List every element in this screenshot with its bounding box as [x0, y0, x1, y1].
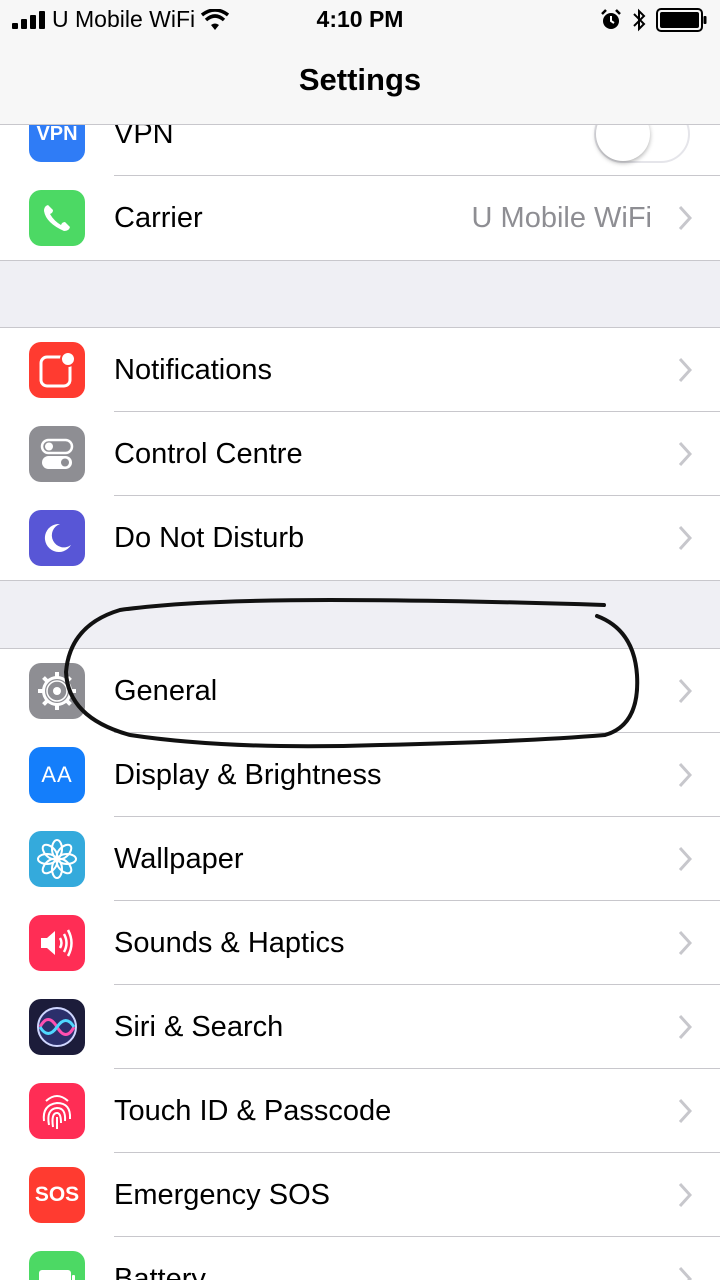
settings-row-do-not-disturb[interactable]: Do Not Disturb	[0, 496, 720, 580]
settings-row-general[interactable]: General	[0, 649, 720, 733]
page-title: Settings	[298, 62, 422, 97]
chevron-right-icon	[678, 1098, 692, 1124]
settings-row-vpn[interactable]: VPN VPN	[0, 125, 720, 176]
row-label: Carrier	[114, 202, 203, 234]
settings-row-carrier[interactable]: Carrier U Mobile WiFi	[0, 176, 720, 260]
toggle-knob	[596, 125, 650, 161]
row-label: Display & Brightness	[114, 759, 382, 791]
chevron-right-icon	[678, 1266, 692, 1280]
chevron-right-icon	[678, 1014, 692, 1040]
flower-icon	[29, 831, 85, 887]
row-label: Sounds & Haptics	[114, 927, 345, 959]
carrier-value: U Mobile WiFi	[471, 202, 652, 234]
phone-icon	[29, 190, 85, 246]
settings-list[interactable]: VPN VPN Carrier U Mobile WiFi Notificati…	[0, 125, 720, 1280]
siri-icon	[29, 999, 85, 1055]
settings-row-touch-id[interactable]: Touch ID & Passcode	[0, 1069, 720, 1153]
row-label: Battery	[114, 1263, 206, 1280]
settings-group-device: General AA Display & Brightness Wallpape…	[0, 648, 720, 1280]
moon-icon	[29, 510, 85, 566]
bluetooth-icon	[633, 8, 646, 32]
navigation-bar: Settings	[0, 40, 720, 125]
control-centre-icon	[29, 426, 85, 482]
status-right	[600, 8, 708, 32]
settings-group-network: VPN VPN Carrier U Mobile WiFi	[0, 125, 720, 261]
text-size-icon: AA	[29, 747, 85, 803]
row-label: Siri & Search	[114, 1011, 284, 1043]
settings-row-display-brightness[interactable]: AA Display & Brightness	[0, 733, 720, 817]
notifications-icon	[29, 342, 85, 398]
settings-row-siri-search[interactable]: Siri & Search	[0, 985, 720, 1069]
settings-row-wallpaper[interactable]: Wallpaper	[0, 817, 720, 901]
settings-row-notifications[interactable]: Notifications	[0, 328, 720, 412]
row-label: Emergency SOS	[114, 1179, 330, 1211]
speaker-icon	[29, 915, 85, 971]
chevron-right-icon	[678, 205, 692, 231]
row-label: Do Not Disturb	[114, 522, 305, 554]
chevron-right-icon	[678, 1182, 692, 1208]
fingerprint-icon	[29, 1083, 85, 1139]
status-bar: U Mobile WiFi 4:10 PM	[0, 0, 720, 40]
row-label: Touch ID & Passcode	[114, 1095, 392, 1127]
row-label: Wallpaper	[114, 843, 244, 875]
chevron-right-icon	[678, 678, 692, 704]
battery-setting-icon	[29, 1251, 85, 1280]
chevron-right-icon	[678, 525, 692, 551]
vpn-toggle[interactable]	[594, 125, 690, 163]
settings-group-alerts: Notifications Control Centre Do Not Dist…	[0, 327, 720, 581]
chevron-right-icon	[678, 441, 692, 467]
alarm-icon	[601, 9, 621, 29]
chevron-right-icon	[678, 357, 692, 383]
row-label: Notifications	[114, 354, 272, 386]
row-label: Control Centre	[114, 438, 303, 470]
settings-row-battery[interactable]: Battery	[0, 1237, 720, 1280]
row-label: VPN	[114, 125, 174, 150]
settings-row-control-centre[interactable]: Control Centre	[0, 412, 720, 496]
battery-icon	[656, 8, 707, 32]
sos-icon: SOS	[29, 1167, 85, 1223]
chevron-right-icon	[678, 846, 692, 872]
chevron-right-icon	[678, 762, 692, 788]
settings-row-emergency-sos[interactable]: SOS Emergency SOS	[0, 1153, 720, 1237]
chevron-right-icon	[678, 930, 692, 956]
settings-row-sounds-haptics[interactable]: Sounds & Haptics	[0, 901, 720, 985]
vpn-icon: VPN	[29, 125, 85, 162]
gear-icon	[29, 663, 85, 719]
row-label: General	[114, 675, 218, 707]
